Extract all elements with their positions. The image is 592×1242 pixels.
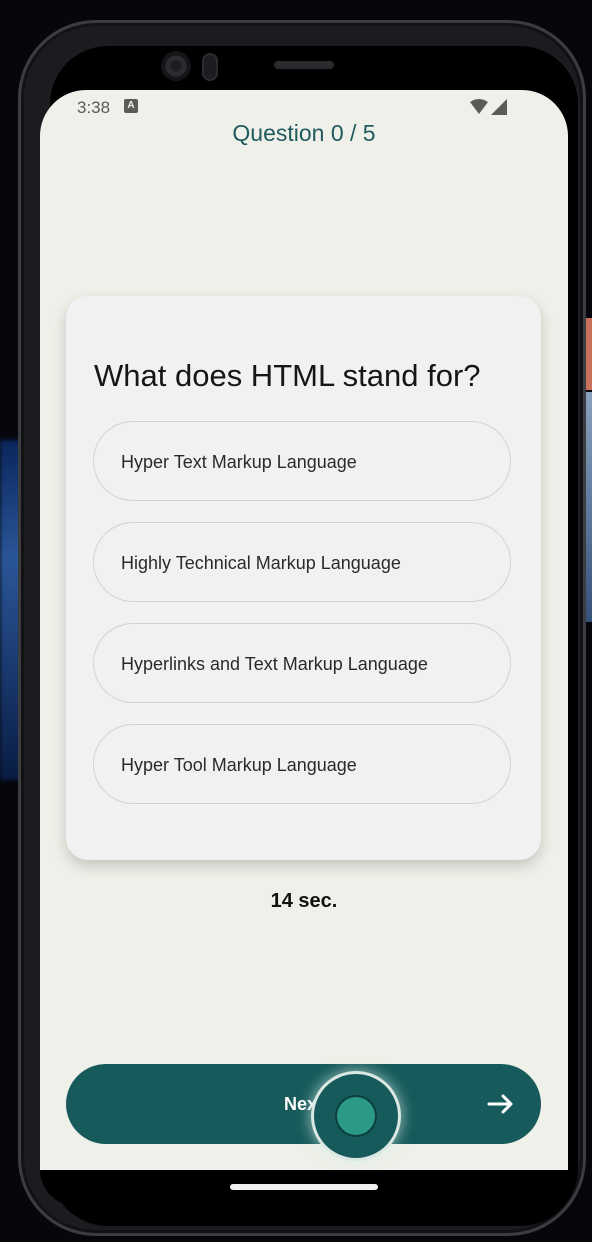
proximity-sensor — [202, 53, 218, 81]
next-button[interactable]: Next — [66, 1064, 541, 1144]
next-button-label: Next — [283, 1094, 323, 1114]
countdown-timer: 14 sec. — [270, 890, 338, 912]
answer-option-label: Hyperlinks and Text Markup Language — [121, 654, 428, 674]
earpiece-speaker — [274, 61, 334, 69]
status-icons — [470, 98, 510, 116]
answer-option[interactable]: Hyperlinks and Text Markup Language — [93, 623, 511, 703]
answer-option[interactable]: Hyper Tool Markup Language — [93, 724, 511, 804]
question-card: What does HTML stand for? Hyper Text Mar… — [66, 296, 541, 860]
answer-option[interactable]: Hyper Text Markup Language — [93, 421, 511, 501]
signal-icon — [491, 99, 507, 115]
status-time: 3:38 — [77, 98, 111, 117]
question-counter: Question 0 / 5 — [232, 120, 376, 146]
arrow-right-icon — [487, 1094, 513, 1114]
app-screen: 3:38 A Question 0 / 5 What does HTML sta… — [40, 90, 568, 1170]
answer-option-label: Hyper Text Markup Language — [121, 452, 357, 472]
touch-indicator-dot — [335, 1095, 377, 1137]
front-camera — [161, 51, 191, 81]
answer-option-label: Highly Technical Markup Language — [121, 553, 401, 573]
answer-option[interactable]: Highly Technical Markup Language — [93, 522, 511, 602]
touch-indicator — [314, 1074, 398, 1158]
question-text: What does HTML stand for? — [94, 358, 481, 393]
wifi-icon — [470, 99, 507, 115]
navigation-bar — [40, 1170, 568, 1206]
home-gesture-bar[interactable] — [230, 1184, 378, 1190]
notification-icon: A — [124, 99, 138, 113]
answer-option-label: Hyper Tool Markup Language — [121, 755, 357, 775]
